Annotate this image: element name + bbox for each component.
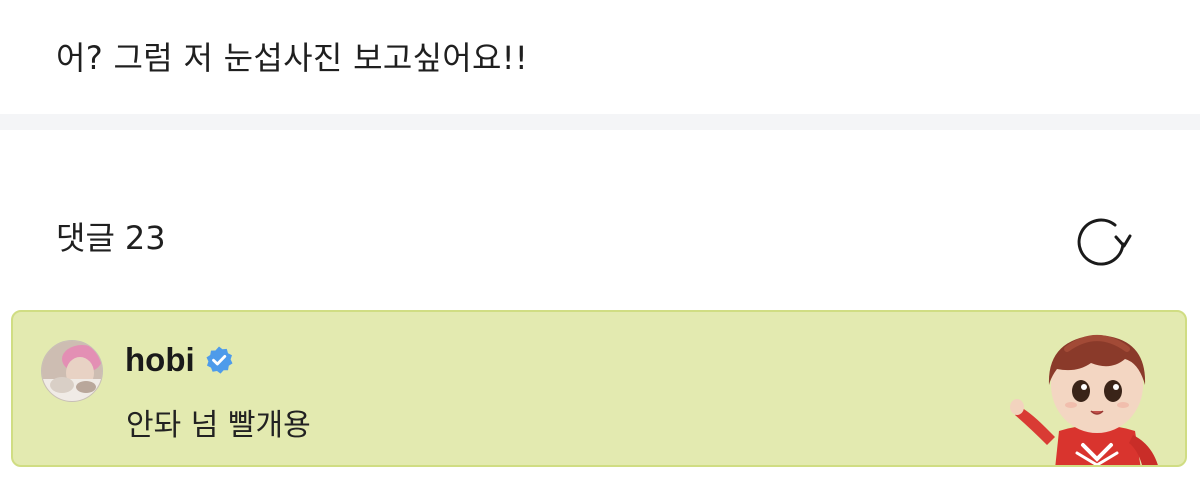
verified-badge-icon	[206, 346, 233, 374]
refresh-button[interactable]	[1076, 214, 1132, 270]
comments-header: 댓글 23	[0, 130, 1200, 308]
post-text: 어? 그럼 저 눈섭사진 보고싶어요!!	[56, 39, 529, 77]
comments-count: 23	[124, 219, 166, 257]
post-body: 어? 그럼 저 눈섭사진 보고싶어요!!	[0, 0, 1200, 114]
author-row: hobi	[125, 338, 234, 382]
comments-label: 댓글	[56, 219, 115, 257]
refresh-icon	[1077, 218, 1132, 266]
comment-text: 안돠 넘 빨개용	[126, 408, 311, 443]
section-divider	[0, 114, 1200, 130]
character-sticker	[1010, 335, 1158, 465]
pinned-comment-card: hobi 안돠 넘 빨개용	[11, 310, 1187, 467]
avatar-photo	[42, 341, 102, 401]
comments-title: 댓글 23	[56, 216, 166, 260]
avatar[interactable]	[41, 340, 103, 402]
author-name[interactable]: hobi	[125, 341, 195, 379]
